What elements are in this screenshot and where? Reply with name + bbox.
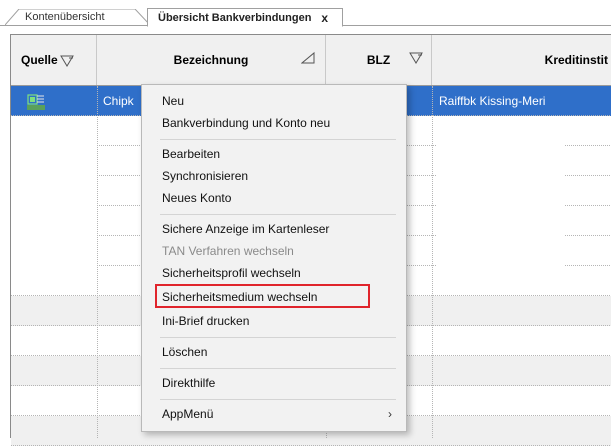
- column-label: BLZ: [366, 53, 391, 67]
- menu-item-bankverbindung-konto-neu[interactable]: Bankverbindung und Konto neu: [142, 112, 406, 134]
- close-tab-icon[interactable]: x: [321, 11, 328, 25]
- menu-item-label: AppMenü: [162, 407, 214, 421]
- menu-item-bearbeiten[interactable]: Bearbeiten: [142, 143, 406, 165]
- sort-icon[interactable]: [59, 54, 74, 68]
- column-header-quelle[interactable]: Quelle: [11, 35, 97, 85]
- sort-icon[interactable]: [409, 51, 423, 65]
- menu-item-sicherheitsmedium[interactable]: Sicherheitsmedium wechseln: [142, 286, 406, 308]
- menu-item-appmenue[interactable]: AppMenü ›: [142, 403, 406, 425]
- menu-item-neu[interactable]: Neu: [142, 90, 406, 112]
- context-menu: Neu Bankverbindung und Konto neu Bearbei…: [141, 84, 407, 432]
- blank-cell-area: [436, 119, 564, 291]
- menu-item-loeschen[interactable]: Löschen: [142, 341, 406, 363]
- tab-uebersicht-bankverbindungen[interactable]: Übersicht Bankverbindungen x: [147, 8, 343, 27]
- row-kreditinstitut: Raiffbk Kissing-Meri: [439, 94, 546, 108]
- column-label: Bezeichnung: [173, 53, 249, 67]
- menu-item-ini-brief[interactable]: Ini-Brief drucken: [142, 310, 406, 332]
- menu-item-direkthilfe[interactable]: Direkthilfe: [142, 372, 406, 394]
- column-label: Kreditinstit: [544, 53, 608, 67]
- menu-item-sicherheitsprofil[interactable]: Sicherheitsprofil wechseln: [142, 262, 406, 284]
- tab-label: Übersicht Bankverbindungen: [158, 11, 312, 24]
- chevron-right-icon: ›: [388, 407, 392, 421]
- menu-item-neues-konto[interactable]: Neues Konto: [142, 187, 406, 209]
- row-bezeichnung: Chipk: [103, 94, 134, 108]
- menu-item-sichere-anzeige[interactable]: Sichere Anzeige im Kartenleser: [142, 218, 406, 240]
- menu-separator: [160, 399, 396, 400]
- chipcard-icon: [26, 93, 46, 111]
- column-header-kreditinstitut[interactable]: Kreditinstit: [432, 35, 611, 85]
- menu-separator: [160, 337, 396, 338]
- menu-item-tan-verfahren: TAN Verfahren wechseln: [162, 244, 294, 258]
- menu-item-synchronisieren[interactable]: Synchronisieren: [142, 165, 406, 187]
- table-header: Quelle Bezeichnung BLZ Kreditinstit: [11, 35, 611, 86]
- blank-cell-area: [11, 118, 96, 291]
- sort-icon[interactable]: [301, 51, 315, 65]
- column-divider: [432, 86, 433, 438]
- column-header-bezeichnung[interactable]: Bezeichnung: [97, 35, 326, 85]
- column-header-blz[interactable]: BLZ: [326, 35, 432, 85]
- column-divider: [97, 86, 98, 438]
- menu-separator: [160, 214, 396, 215]
- tab-bar: Kontenübersicht Übersicht Bankverbindung…: [0, 0, 611, 27]
- menu-separator: [160, 139, 396, 140]
- menu-separator: [160, 368, 396, 369]
- tab-label: Kontenübersicht: [25, 11, 105, 23]
- column-label: Quelle: [21, 53, 58, 67]
- tab-kontenuebersicht[interactable]: Kontenübersicht: [5, 9, 150, 25]
